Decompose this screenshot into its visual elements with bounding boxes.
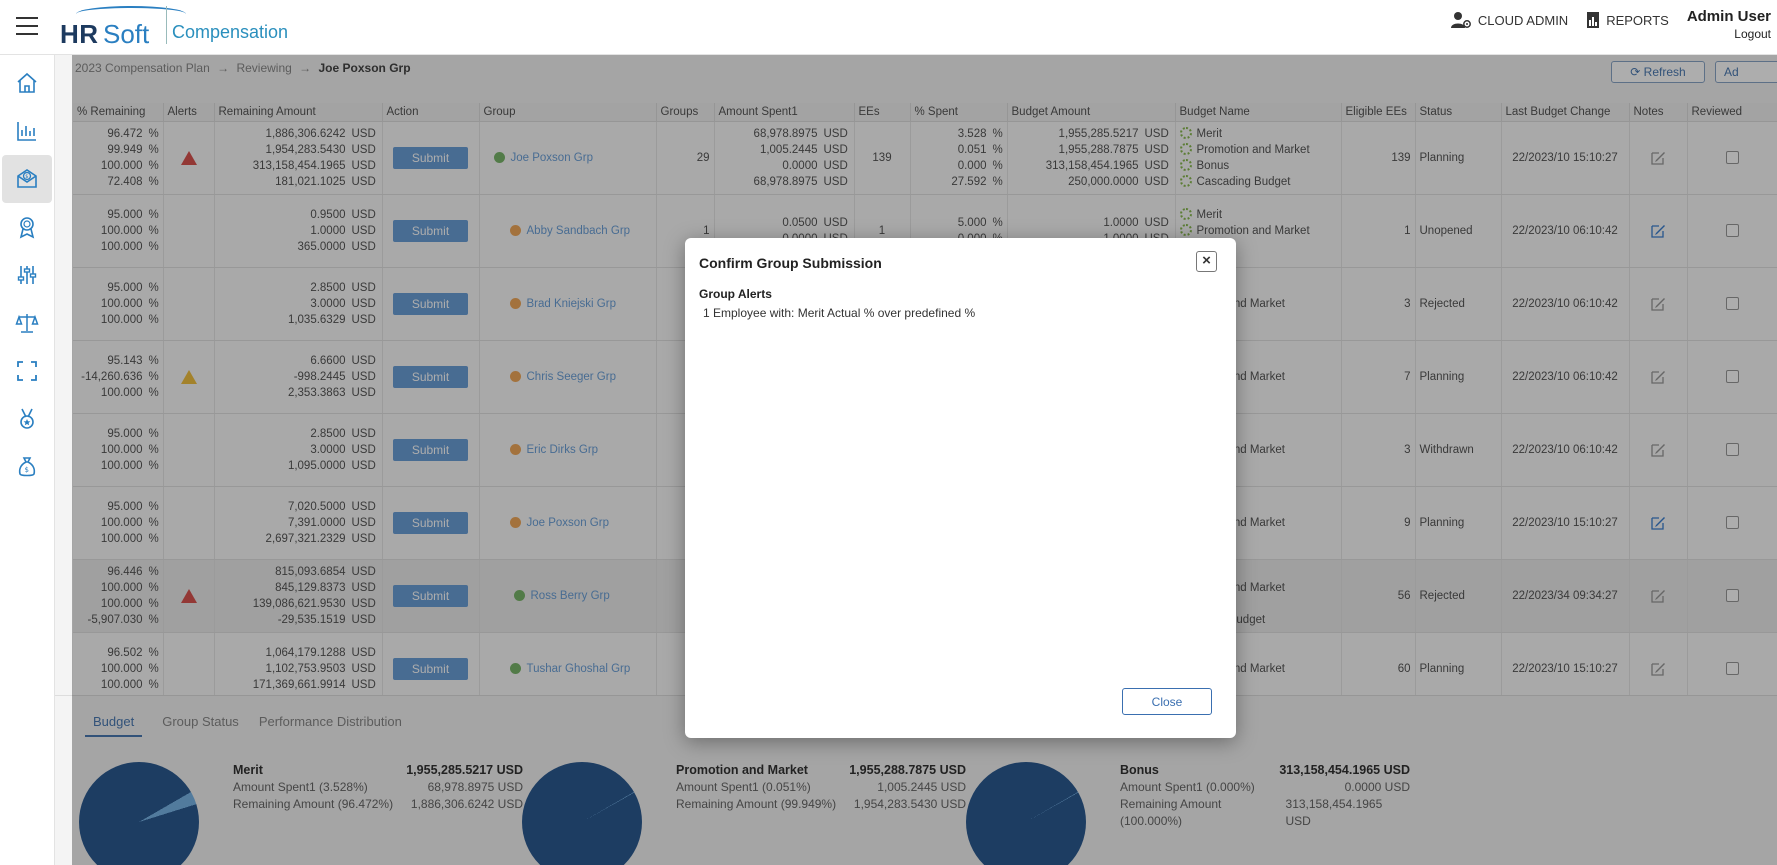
logout-link[interactable]: Logout: [1687, 27, 1771, 41]
sidebar-item-recognition[interactable]: [2, 395, 52, 443]
hrsoft-logo[interactable]: HR Soft Compensation: [58, 2, 298, 52]
reports-label: REPORTS: [1606, 12, 1669, 28]
close-icon[interactable]: ×: [1196, 251, 1217, 272]
group-alert-item: 1 Employee with: Merit Actual % over pre…: [703, 306, 976, 320]
sidebar-item-fullscreen[interactable]: [2, 347, 52, 395]
sidebar-item-budget[interactable]: $: [2, 443, 52, 491]
reports-link[interactable]: REPORTS: [1586, 11, 1669, 29]
money-bag-icon: $: [18, 457, 36, 477]
sliders-icon: [17, 266, 37, 284]
logo-hr-text: HR: [60, 19, 99, 49]
user-name[interactable]: Admin User: [1687, 8, 1771, 25]
cloud-admin-label: CLOUD ADMIN: [1477, 12, 1569, 28]
scale-icon: [15, 314, 39, 333]
home-icon: [17, 72, 37, 93]
top-right-nav: CLOUD ADMIN REPORTS Admin User Logout: [1450, 8, 1777, 48]
user-block: Admin User Logout: [1687, 8, 1777, 41]
admin-user-gear-icon: [1450, 12, 1471, 28]
sidebar-item-compensation[interactable]: $: [2, 155, 52, 203]
top-header: HR Soft Compensation CLOUD ADMIN REPORTS…: [0, 0, 1777, 55]
sidebar-item-equity[interactable]: [2, 299, 52, 347]
chart-icon: [17, 122, 36, 141]
sidebar-item-awards[interactable]: [2, 203, 52, 251]
confirm-group-submission-dialog: Confirm Group Submission × Group Alerts …: [685, 238, 1236, 738]
award-icon: [19, 217, 35, 239]
sidebar-item-home[interactable]: [2, 59, 52, 107]
hamburger-menu-icon[interactable]: [16, 17, 38, 35]
svg-text:$: $: [25, 174, 28, 180]
expand-icon: [17, 361, 37, 381]
sidebar-item-settings[interactable]: [2, 251, 52, 299]
logo-divider: [166, 6, 167, 44]
compensation-icon: $: [17, 169, 37, 188]
sidebar-item-analytics[interactable]: [2, 107, 52, 155]
logo-soft-text: Soft: [103, 19, 150, 49]
product-name: Compensation: [172, 22, 289, 42]
svg-text:$: $: [25, 466, 29, 474]
dialog-title: Confirm Group Submission: [699, 255, 882, 271]
group-alerts-heading: Group Alerts: [699, 287, 772, 301]
report-document-icon: [1587, 12, 1600, 28]
close-button[interactable]: Close: [1122, 688, 1212, 715]
medal-icon: [20, 408, 34, 429]
cloud-admin-link[interactable]: CLOUD ADMIN: [1450, 11, 1568, 29]
sidebar: $ $: [0, 55, 55, 865]
